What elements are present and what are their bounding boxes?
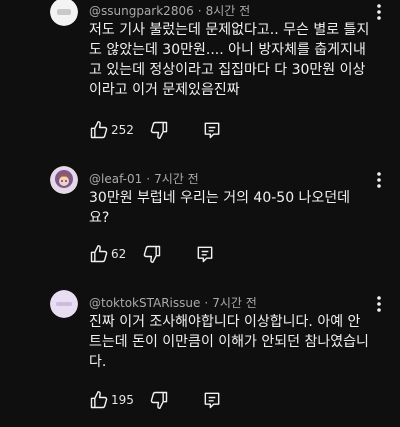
comment-text-line: 진짜 이거 조사해야합니다 이상합니다. 아예 안 xyxy=(89,314,361,330)
thumbs-down-icon xyxy=(143,245,161,264)
thumbs-up-icon xyxy=(90,244,108,263)
like-button[interactable]: 252 xyxy=(89,120,134,140)
comment-time[interactable]: 7시간 전 xyxy=(154,172,199,186)
more-vertical-icon xyxy=(377,172,381,188)
reply-icon xyxy=(204,392,220,409)
thumbs-up-icon xyxy=(90,120,108,139)
comment-text-line: 저도 기사 불렀는데 문제없다고.. 무슨 별로 틀지 xyxy=(89,22,370,38)
author-name[interactable]: @ssungpark2806 xyxy=(89,4,194,18)
comment-meta: @leaf-01 · 7시간 전 xyxy=(89,170,199,187)
dislike-button[interactable] xyxy=(149,390,169,410)
dislike-button[interactable] xyxy=(149,120,169,140)
reply-icon xyxy=(197,246,213,263)
author-name[interactable]: @leaf-01 xyxy=(89,172,142,186)
like-button[interactable]: 195 xyxy=(89,390,134,410)
comment-text-line: 도 않았는데 30만원.... 아니 방자체를 춥게지내 xyxy=(89,42,366,58)
reply-button[interactable] xyxy=(195,244,215,264)
comment-text: 저도 기사 불렀는데 문제없다고.. 무슨 별로 틀지 도 않았는데 30만원.… xyxy=(89,20,377,100)
comment-text-line: 트는데 돈이 이만큼이 이해가 안되던 참나였습니 xyxy=(89,334,369,350)
avatar[interactable] xyxy=(50,0,78,26)
author-name[interactable]: @toktokSTARissue xyxy=(89,296,200,310)
more-options-button[interactable] xyxy=(371,2,387,22)
comment-text-line: 고 있는데 정상이라고 집집마다 다 30만원 이상 xyxy=(89,62,366,78)
reply-icon xyxy=(204,122,220,139)
avatar[interactable] xyxy=(50,290,78,318)
comment-time[interactable]: 8시간 전 xyxy=(206,4,251,18)
like-count: 195 xyxy=(111,393,134,407)
more-vertical-icon xyxy=(377,4,381,20)
comment-text-line: 다. xyxy=(89,354,107,370)
more-options-button[interactable] xyxy=(371,170,387,190)
like-button[interactable]: 62 xyxy=(89,244,126,264)
dislike-button[interactable] xyxy=(142,244,162,264)
like-count: 62 xyxy=(111,247,127,261)
reply-button[interactable] xyxy=(202,120,222,140)
thumbs-down-icon xyxy=(150,391,168,410)
comment-meta: @toktokSTARissue · 7시간 전 xyxy=(89,294,257,311)
comment-time[interactable]: 7시간 전 xyxy=(212,296,257,310)
meta-separator: · xyxy=(146,172,151,186)
comment-text: 진짜 이거 조사해야합니다 이상합니다. 아예 안 트는데 돈이 이만큼이 이해… xyxy=(89,312,377,372)
avatar[interactable] xyxy=(50,166,78,194)
like-count: 252 xyxy=(111,123,134,137)
reply-button[interactable] xyxy=(202,390,222,410)
more-vertical-icon xyxy=(377,296,381,312)
more-options-button[interactable] xyxy=(371,294,387,314)
comment-text-line: 30만원 부럽네 우리는 거의 40-50 나오던데 xyxy=(89,190,351,206)
comment-text: 30만원 부럽네 우리는 거의 40-50 나오던데 요? xyxy=(89,188,377,228)
meta-separator: · xyxy=(204,296,209,310)
comment-text-line: 요? xyxy=(89,210,110,226)
thumbs-up-icon xyxy=(90,390,108,409)
comment-text-line: 이라고 이거 문제있음진짜 xyxy=(89,82,240,98)
meta-separator: · xyxy=(197,4,202,18)
comment-meta: @ssungpark2806 · 8시간 전 xyxy=(89,2,250,19)
thumbs-down-icon xyxy=(150,121,168,140)
